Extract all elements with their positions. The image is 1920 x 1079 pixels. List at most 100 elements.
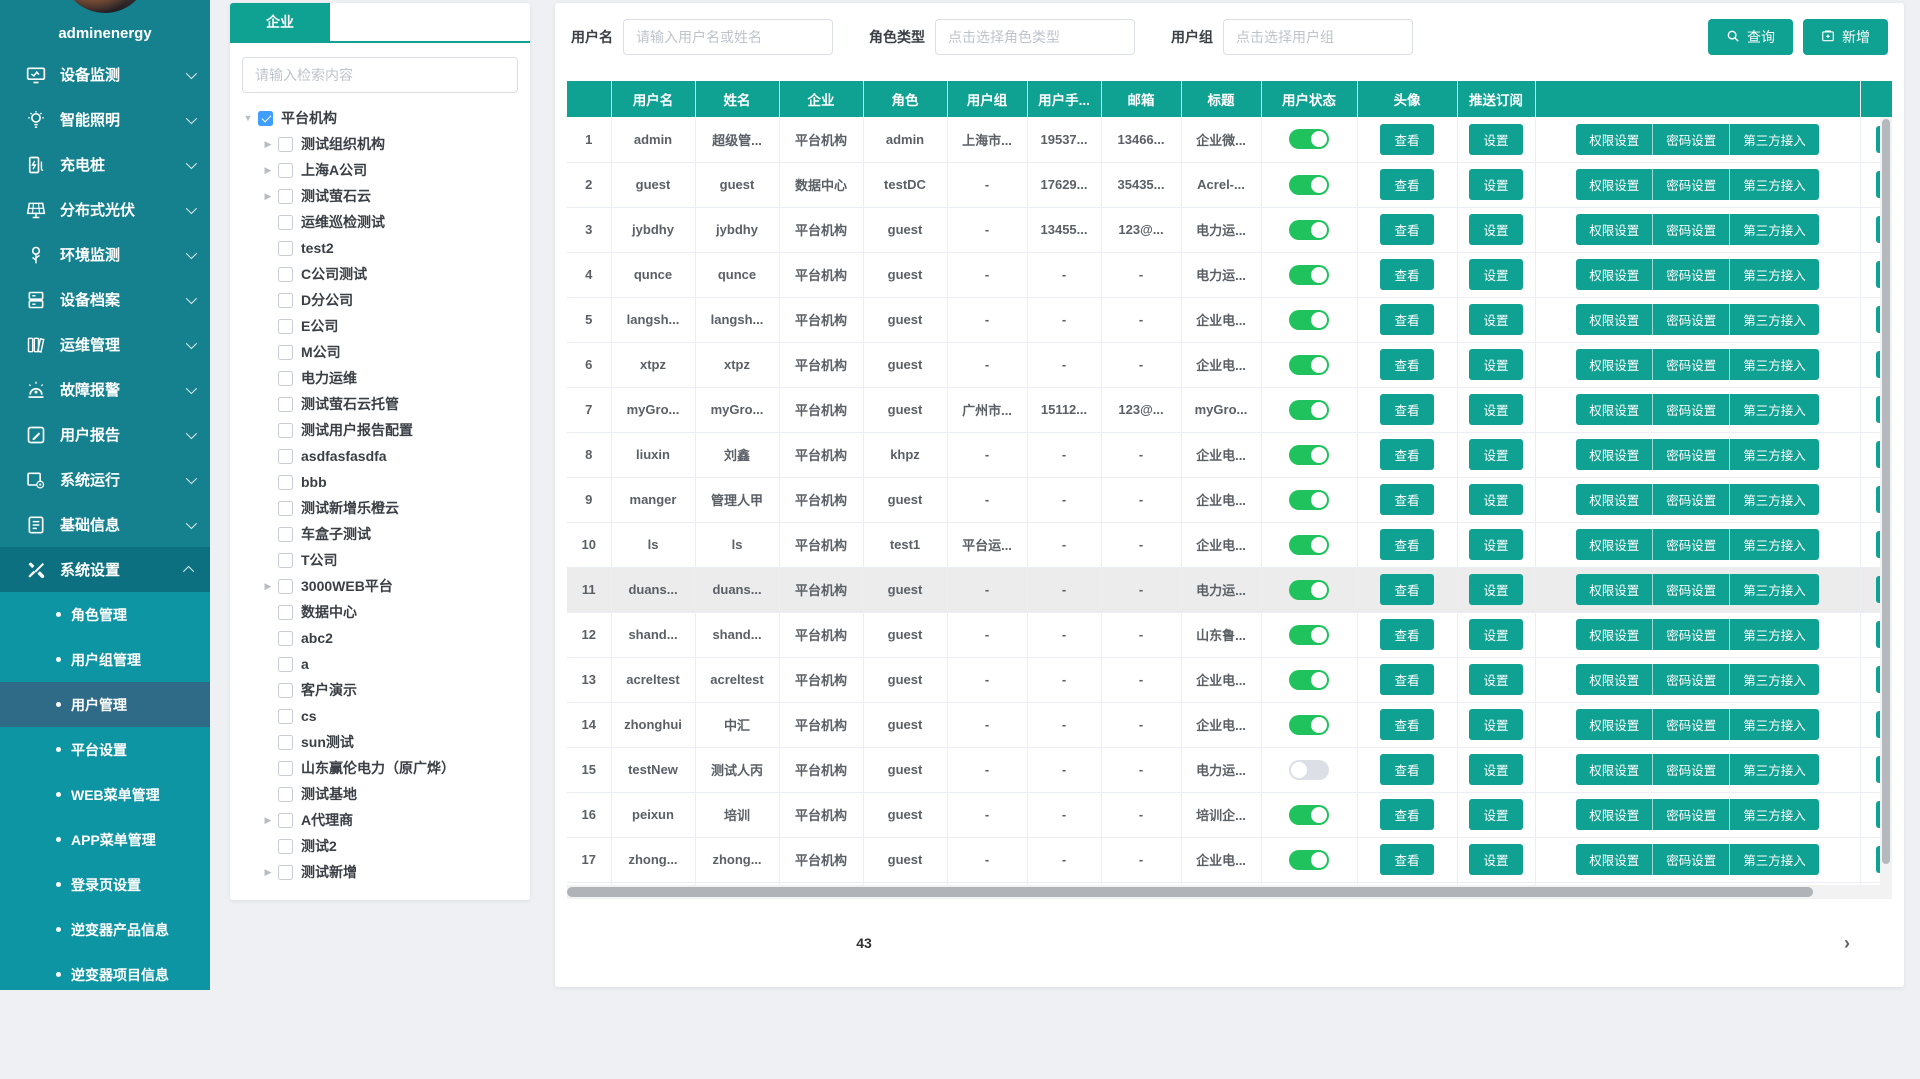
status-toggle[interactable] — [1289, 310, 1329, 330]
view-avatar-button[interactable]: 查看 — [1380, 349, 1433, 380]
password-settings-button[interactable]: 密码设置 — [1652, 574, 1729, 605]
view-avatar-button[interactable]: 查看 — [1380, 304, 1433, 335]
tree-checkbox[interactable] — [278, 579, 293, 594]
password-settings-button[interactable]: 密码设置 — [1652, 349, 1729, 380]
push-config-button[interactable]: 设置 — [1469, 394, 1522, 425]
status-toggle[interactable] — [1289, 625, 1329, 645]
tab-enterprise[interactable]: 企业 — [230, 3, 330, 41]
group-filter-input[interactable] — [1223, 19, 1413, 55]
caret-right-icon[interactable]: ▶ — [260, 815, 276, 826]
password-settings-button[interactable]: 密码设置 — [1652, 709, 1729, 740]
view-avatar-button[interactable]: 查看 — [1380, 169, 1433, 200]
tree-node[interactable]: ▼平台机构 — [240, 105, 530, 131]
tree-node[interactable]: 电力运维 — [240, 365, 530, 391]
tree-node[interactable]: ▶3000WEB平台 — [240, 573, 530, 599]
add-button[interactable]: 新增 — [1803, 19, 1888, 55]
password-settings-button[interactable]: 密码设置 — [1652, 439, 1729, 470]
caret-right-icon[interactable]: ▶ — [260, 139, 276, 150]
push-config-button[interactable]: 设置 — [1469, 844, 1522, 875]
view-avatar-button[interactable]: 查看 — [1380, 484, 1433, 515]
third-party-access-button[interactable]: 第三方接入 — [1729, 619, 1819, 650]
tree-checkbox[interactable] — [278, 397, 293, 412]
sidebar-item[interactable]: 基础信息 — [0, 502, 210, 547]
sidebar-subitem[interactable]: 平台设置 — [0, 727, 210, 772]
password-settings-button[interactable]: 密码设置 — [1652, 259, 1729, 290]
third-party-access-button[interactable]: 第三方接入 — [1729, 529, 1819, 560]
tree-checkbox[interactable] — [278, 683, 293, 698]
view-avatar-button[interactable]: 查看 — [1380, 214, 1433, 245]
status-toggle[interactable] — [1289, 535, 1329, 555]
permission-settings-button[interactable]: 权限设置 — [1576, 619, 1652, 650]
tree-checkbox[interactable] — [278, 345, 293, 360]
view-avatar-button[interactable]: 查看 — [1380, 754, 1433, 785]
vertical-scrollbar-thumb[interactable] — [1882, 119, 1890, 864]
sidebar-subitem[interactable]: APP菜单管理 — [0, 817, 210, 862]
tree-node[interactable]: ▶A代理商 — [240, 807, 530, 833]
query-button[interactable]: 查询 — [1708, 19, 1793, 55]
view-avatar-button[interactable]: 查看 — [1380, 799, 1433, 830]
tree-node[interactable]: C公司测试 — [240, 261, 530, 287]
permission-settings-button[interactable]: 权限设置 — [1576, 439, 1652, 470]
status-toggle[interactable] — [1289, 670, 1329, 690]
permission-settings-button[interactable]: 权限设置 — [1576, 349, 1652, 380]
sidebar-subitem[interactable]: WEB菜单管理 — [0, 772, 210, 817]
password-settings-button[interactable]: 密码设置 — [1652, 844, 1729, 875]
push-config-button[interactable]: 设置 — [1469, 709, 1522, 740]
push-config-button[interactable]: 设置 — [1469, 259, 1522, 290]
password-settings-button[interactable]: 密码设置 — [1652, 214, 1729, 245]
tree-node[interactable]: 客户演示 — [240, 677, 530, 703]
user-avatar[interactable] — [61, 0, 149, 13]
sidebar-item[interactable]: 运维管理 — [0, 322, 210, 367]
push-config-button[interactable]: 设置 — [1469, 484, 1522, 515]
third-party-access-button[interactable]: 第三方接入 — [1729, 799, 1819, 830]
sidebar-subitem[interactable]: 用户管理 — [0, 682, 210, 727]
tree-checkbox[interactable] — [278, 527, 293, 542]
view-avatar-button[interactable]: 查看 — [1380, 529, 1433, 560]
view-avatar-button[interactable]: 查看 — [1380, 574, 1433, 605]
third-party-access-button[interactable]: 第三方接入 — [1729, 394, 1819, 425]
tree-checkbox[interactable] — [278, 631, 293, 646]
password-settings-button[interactable]: 密码设置 — [1652, 304, 1729, 335]
password-settings-button[interactable]: 密码设置 — [1652, 529, 1729, 560]
next-page-button[interactable]: › — [1842, 933, 1852, 954]
view-avatar-button[interactable]: 查看 — [1380, 259, 1433, 290]
password-settings-button[interactable]: 密码设置 — [1652, 124, 1729, 155]
third-party-access-button[interactable]: 第三方接入 — [1729, 304, 1819, 335]
caret-right-icon[interactable]: ▶ — [260, 165, 276, 176]
tree-checkbox[interactable] — [278, 371, 293, 386]
tree-node[interactable]: ▶测试新增 — [240, 859, 530, 885]
tree-node[interactable]: 山东赢伦电力（原广烨） — [240, 755, 530, 781]
push-config-button[interactable]: 设置 — [1469, 304, 1522, 335]
tree-node[interactable]: 测试新增乐橙云 — [240, 495, 530, 521]
tree-checkbox[interactable] — [278, 163, 293, 178]
tree-node[interactable]: abc2 — [240, 625, 530, 651]
push-config-button[interactable]: 设置 — [1469, 124, 1522, 155]
sidebar-item[interactable]: 用户报告 — [0, 412, 210, 457]
tree-node[interactable]: bbb — [240, 469, 530, 495]
permission-settings-button[interactable]: 权限设置 — [1576, 574, 1652, 605]
tree-node[interactable]: ▶测试组织机构 — [240, 131, 530, 157]
role-filter-input[interactable] — [935, 19, 1135, 55]
push-config-button[interactable]: 设置 — [1469, 664, 1522, 695]
tree-node[interactable]: 车盒子测试 — [240, 521, 530, 547]
status-toggle[interactable] — [1289, 490, 1329, 510]
caret-right-icon[interactable]: ▶ — [260, 867, 276, 878]
permission-settings-button[interactable]: 权限设置 — [1576, 169, 1652, 200]
view-avatar-button[interactable]: 查看 — [1380, 664, 1433, 695]
push-config-button[interactable]: 设置 — [1469, 214, 1522, 245]
permission-settings-button[interactable]: 权限设置 — [1576, 259, 1652, 290]
tree-node[interactable]: 运维巡检测试 — [240, 209, 530, 235]
sidebar-subitem[interactable]: 逆变器项目信息 — [0, 952, 210, 990]
permission-settings-button[interactable]: 权限设置 — [1576, 844, 1652, 875]
push-config-button[interactable]: 设置 — [1469, 349, 1522, 380]
tree-checkbox[interactable] — [278, 293, 293, 308]
third-party-access-button[interactable]: 第三方接入 — [1729, 259, 1819, 290]
tree-checkbox[interactable] — [258, 111, 273, 126]
status-toggle[interactable] — [1289, 715, 1329, 735]
tree-node[interactable]: E公司 — [240, 313, 530, 339]
tree-search-input[interactable] — [242, 57, 518, 93]
tree-node[interactable]: cs — [240, 703, 530, 729]
password-settings-button[interactable]: 密码设置 — [1652, 484, 1729, 515]
sidebar-item[interactable]: 系统运行 — [0, 457, 210, 502]
third-party-access-button[interactable]: 第三方接入 — [1729, 844, 1819, 875]
